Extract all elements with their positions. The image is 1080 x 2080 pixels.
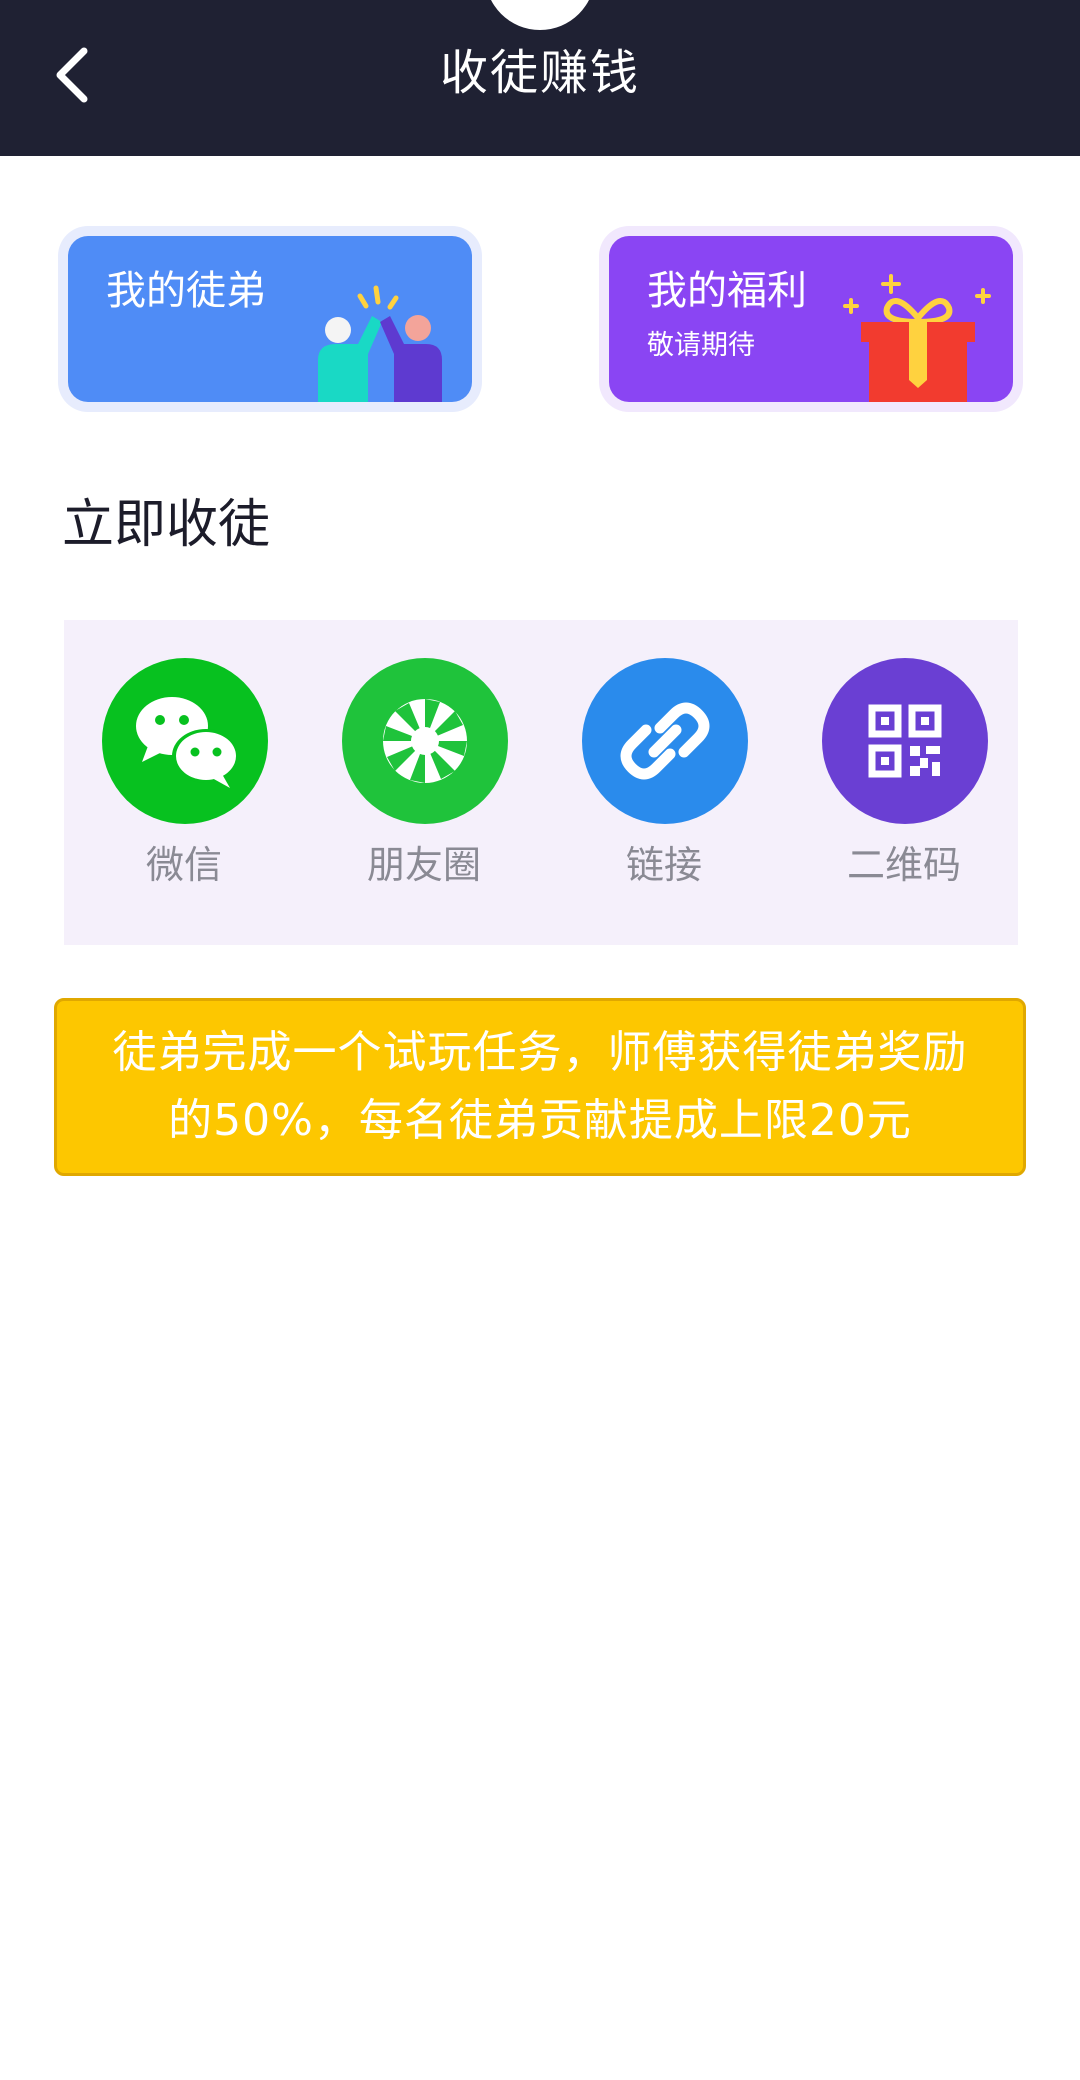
share-moments-label: 朋友圈 xyxy=(366,843,481,887)
page-title: 收徒赚钱 xyxy=(439,45,640,101)
section-title: 立即收徒 xyxy=(62,495,271,555)
reward-info-line-1: 徒弟完成一个试玩任务，师傅获得徒弟奖励 xyxy=(112,1027,968,1078)
page: 收徒赚钱 我的徒弟 我的福利 敬请期待 立即收徒 微信 朋友圈 链接 二维码 徒… xyxy=(0,0,1080,2080)
moments-icon xyxy=(383,699,467,783)
my-welfare-card[interactable]: 我的福利 敬请期待 xyxy=(609,236,1013,402)
link-icon xyxy=(620,702,710,780)
share-link-label: 链接 xyxy=(625,843,702,887)
share-circle xyxy=(582,658,748,824)
wechat-icon xyxy=(136,697,240,788)
share-circle xyxy=(822,658,988,824)
reward-info-banner: 徒弟完成一个试玩任务，师傅获得徒弟奖励 的50%，每名徒弟贡献提成上限20元 xyxy=(54,998,1026,1176)
share-circle xyxy=(342,658,508,824)
high-five-icon xyxy=(318,285,442,402)
share-panel: 微信 朋友圈 链接 二维码 xyxy=(64,620,1018,945)
share-wechat-label: 微信 xyxy=(145,843,222,887)
share-qrcode-button[interactable]: 二维码 xyxy=(784,658,1024,908)
share-circle xyxy=(102,658,268,824)
my-welfare-title: 我的福利 xyxy=(647,268,807,314)
qrcode-icon xyxy=(868,704,942,778)
status-notch xyxy=(485,0,595,30)
share-qrcode-label: 二维码 xyxy=(846,843,961,887)
my-disciples-title: 我的徒弟 xyxy=(106,268,266,314)
reward-info-text: 徒弟完成一个试玩任务，师傅获得徒弟奖励 的50%，每名徒弟贡献提成上限20元 xyxy=(113,1019,968,1155)
reward-info-line-2: 的50%，每名徒弟贡献提成上限20元 xyxy=(168,1095,912,1146)
share-wechat-button[interactable]: 微信 xyxy=(64,658,304,908)
my-welfare-subtitle: 敬请期待 xyxy=(647,330,755,361)
my-disciples-card[interactable]: 我的徒弟 xyxy=(68,236,472,402)
header-bar: 收徒赚钱 xyxy=(0,0,1080,156)
share-link-button[interactable]: 链接 xyxy=(544,658,784,908)
share-moments-button[interactable]: 朋友圈 xyxy=(304,658,544,908)
gift-icon xyxy=(843,274,991,402)
